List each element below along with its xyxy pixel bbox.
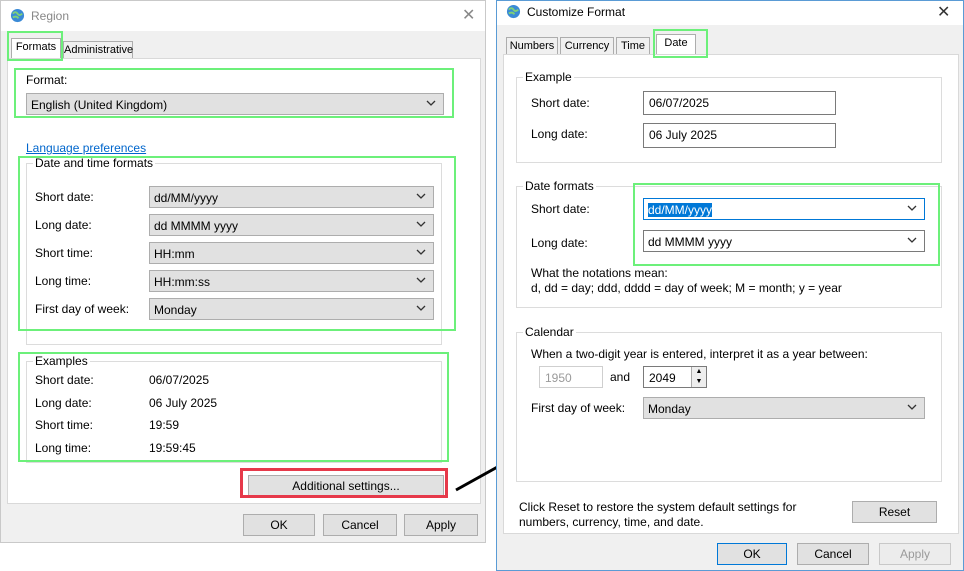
cust-first-day-label: First day of week:	[531, 401, 626, 415]
highlight-additional-settings	[240, 468, 448, 498]
highlight-examples-group	[18, 352, 449, 462]
customize-ok-button[interactable]: OK	[717, 543, 787, 565]
customize-window: Customize Format ✕ Numbers Currency Time…	[496, 0, 964, 571]
date-formats-group-title: Date formats	[523, 179, 596, 193]
region-title-bar: Region ✕	[1, 1, 485, 31]
cust-ex-short-label: Short date:	[531, 96, 590, 110]
highlight-datetime-group	[18, 156, 456, 331]
highlight-format-select	[14, 68, 454, 118]
chevron-down-icon	[907, 404, 917, 410]
customize-apply-button[interactable]: Apply	[879, 543, 951, 565]
calendar-group-title: Calendar	[523, 325, 576, 339]
year-from-field: 1950	[539, 366, 603, 388]
globe-icon	[10, 8, 25, 23]
highlight-date-formats	[633, 183, 940, 266]
cust-long-date-label: Long date:	[531, 236, 588, 250]
example-group: Example	[516, 70, 942, 163]
globe-icon	[506, 4, 521, 19]
year-to-spinner[interactable]: 2049 ▲ ▼	[643, 366, 707, 388]
spin-down-icon[interactable]: ▼	[691, 377, 706, 387]
notation-text: d, dd = day; ddd, dddd = day of week; M …	[531, 281, 842, 295]
cust-ex-long-field: 06 July 2025	[643, 123, 836, 148]
customize-title: Customize Format	[527, 5, 626, 19]
cust-short-date-label: Short date:	[531, 202, 590, 216]
example-group-title: Example	[523, 70, 574, 84]
region-close-icon[interactable]: ✕	[462, 8, 475, 24]
cust-first-day-select[interactable]: Monday	[643, 397, 925, 419]
customize-cancel-button[interactable]: Cancel	[797, 543, 869, 565]
highlight-formats-tab	[7, 31, 63, 61]
reset-button[interactable]: Reset	[852, 501, 937, 523]
two-digit-label: When a two-digit year is entered, interp…	[531, 347, 868, 361]
language-preferences-link[interactable]: Language preferences	[26, 141, 146, 155]
tab-administrative[interactable]: Administrative	[63, 41, 133, 59]
cust-ex-long-label: Long date:	[531, 127, 588, 141]
highlight-date-tab	[653, 29, 708, 58]
customize-close-icon[interactable]: ✕	[937, 5, 950, 21]
reset-description: Click Reset to restore the system defaul…	[519, 500, 797, 529]
region-ok-button[interactable]: OK	[243, 514, 315, 536]
region-title: Region	[31, 9, 70, 23]
region-apply-button[interactable]: Apply	[404, 514, 478, 536]
notation-title: What the notations mean:	[531, 266, 668, 280]
region-cancel-button[interactable]: Cancel	[323, 514, 397, 536]
and-label: and	[610, 370, 631, 384]
tab-currency[interactable]: Currency	[560, 37, 614, 55]
tab-numbers[interactable]: Numbers	[506, 37, 558, 55]
tab-time[interactable]: Time	[616, 37, 650, 55]
customize-tab-page: Example Short date: 06/07/2025 Long date…	[503, 54, 959, 534]
cust-ex-short-field: 06/07/2025	[643, 91, 836, 115]
customize-title-bar: Customize Format ✕	[497, 1, 963, 25]
